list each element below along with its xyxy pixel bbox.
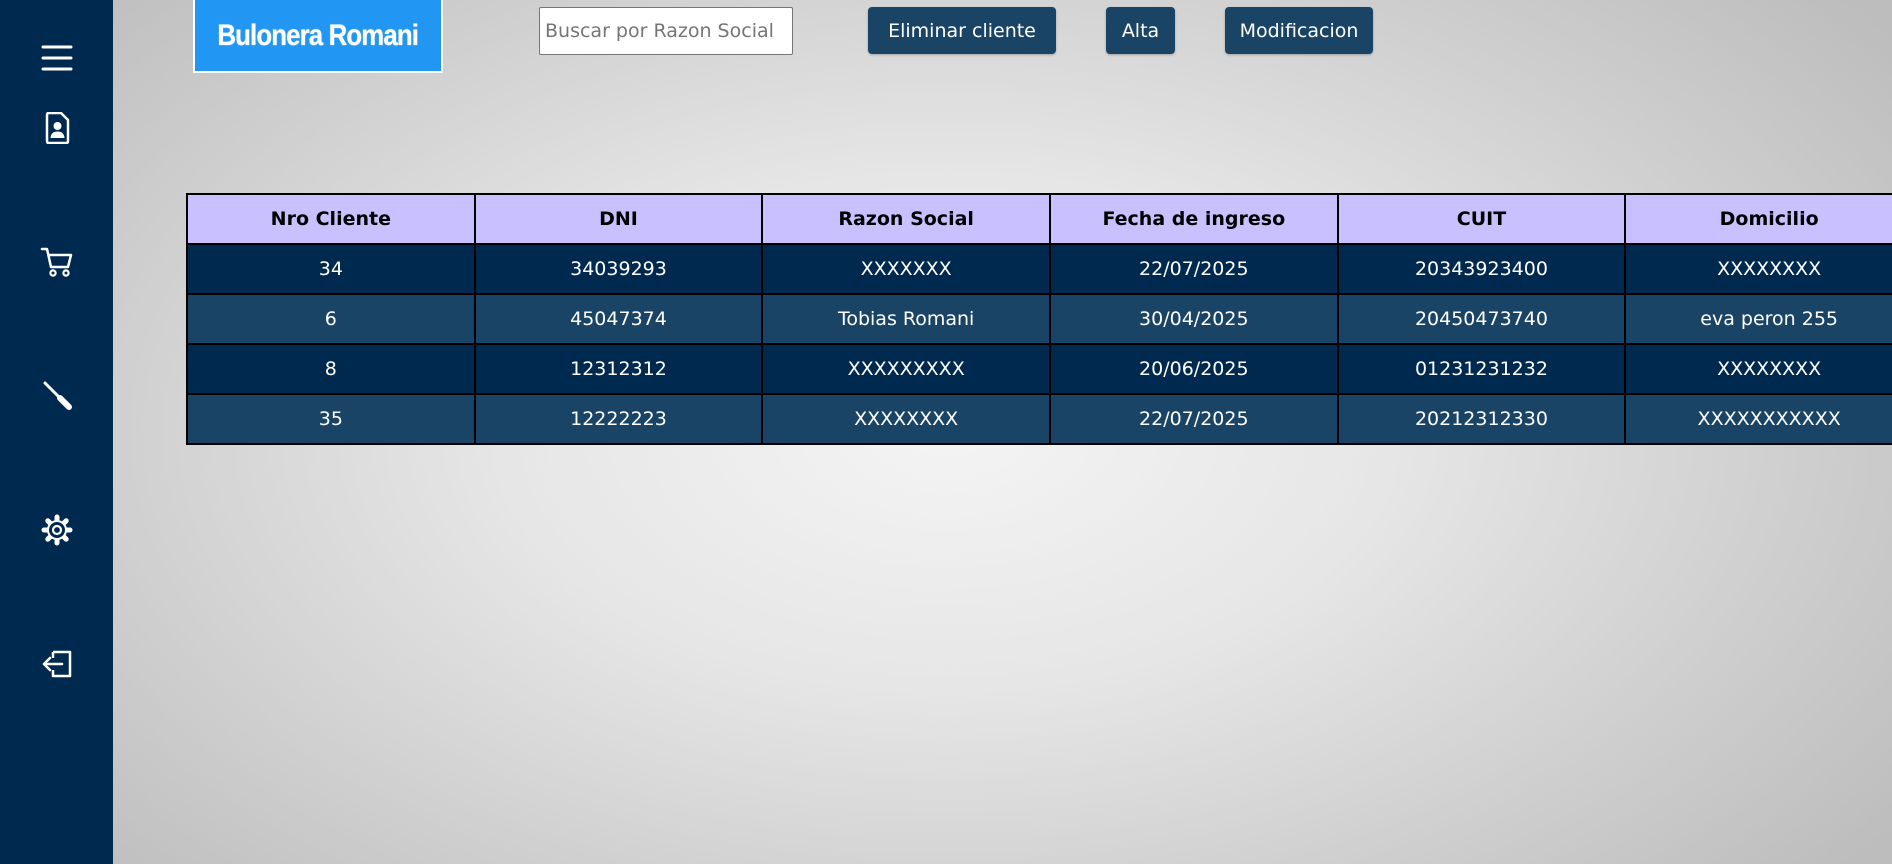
table-cell: 35	[186, 393, 476, 445]
add-client-button[interactable]: Alta	[1106, 7, 1175, 54]
table-cell: 22/07/2025	[1048, 393, 1339, 445]
logout-icon[interactable]	[0, 642, 113, 686]
menu-icon[interactable]	[0, 36, 113, 80]
gear-icon[interactable]	[0, 508, 113, 552]
brand-logo: Bulonera Romani	[193, 0, 443, 73]
sidebar	[0, 0, 113, 864]
column-header-razon-social: Razon Social	[761, 193, 1051, 245]
table-cell: 22/07/2025	[1048, 243, 1339, 295]
table-cell: XXXXXXXXXXX	[1624, 393, 1892, 445]
table-row[interactable]: 34 34039293 XXXXXXX 22/07/2025 203439234…	[186, 243, 1892, 295]
column-header-dni: DNI	[473, 193, 764, 245]
edit-client-button[interactable]: Modificacion	[1225, 7, 1373, 54]
delete-client-button[interactable]: Eliminar cliente	[868, 7, 1056, 54]
clients-table-wrapper: Nro Cliente DNI Razon Social Fecha de in…	[186, 193, 1892, 445]
table-row[interactable]: 8 12312312 XXXXXXXXX 20/06/2025 01231231…	[186, 343, 1892, 395]
tool-icon[interactable]	[0, 373, 113, 417]
cart-icon[interactable]	[0, 240, 113, 284]
table-cell: 20343923400	[1336, 243, 1627, 295]
table-cell: 45047374	[473, 293, 764, 345]
column-header-fecha-ingreso: Fecha de ingreso	[1048, 193, 1339, 245]
table-cell: XXXXXXXX	[1624, 343, 1892, 395]
column-header-nro-cliente: Nro Cliente	[186, 193, 476, 245]
table-cell: XXXXXXXX	[761, 393, 1051, 445]
table-header-row: Nro Cliente DNI Razon Social Fecha de in…	[186, 193, 1892, 245]
table-cell: Tobias Romani	[761, 293, 1051, 345]
table-cell: eva peron 255	[1624, 293, 1892, 345]
column-header-domicilio: Domicilio	[1624, 193, 1892, 245]
table-cell: XXXXXXXXX	[761, 343, 1051, 395]
table-cell: 34039293	[473, 243, 764, 295]
table-cell: 20212312330	[1336, 393, 1627, 445]
table-cell: XXXXXXXX	[1624, 243, 1892, 295]
column-header-cuit: CUIT	[1336, 193, 1627, 245]
table-cell: 12312312	[473, 343, 764, 395]
client-file-icon[interactable]	[0, 106, 113, 150]
search-input[interactable]	[539, 7, 793, 55]
table-cell: 12222223	[473, 393, 764, 445]
table-cell: 01231231232	[1336, 343, 1627, 395]
brand-title: Bulonera Romani	[217, 18, 420, 52]
table-row[interactable]: 6 45047374 Tobias Romani 30/04/2025 2045…	[186, 293, 1892, 345]
table-cell: XXXXXXX	[761, 243, 1051, 295]
table-cell: 20450473740	[1336, 293, 1627, 345]
table-cell: 8	[186, 343, 476, 395]
table-cell: 6	[186, 293, 476, 345]
table-cell: 20/06/2025	[1048, 343, 1339, 395]
table-cell: 30/04/2025	[1048, 293, 1339, 345]
table-cell: 34	[186, 243, 476, 295]
clients-table: Nro Cliente DNI Razon Social Fecha de in…	[186, 193, 1892, 445]
table-row[interactable]: 35 12222223 XXXXXXXX 22/07/2025 20212312…	[186, 393, 1892, 445]
